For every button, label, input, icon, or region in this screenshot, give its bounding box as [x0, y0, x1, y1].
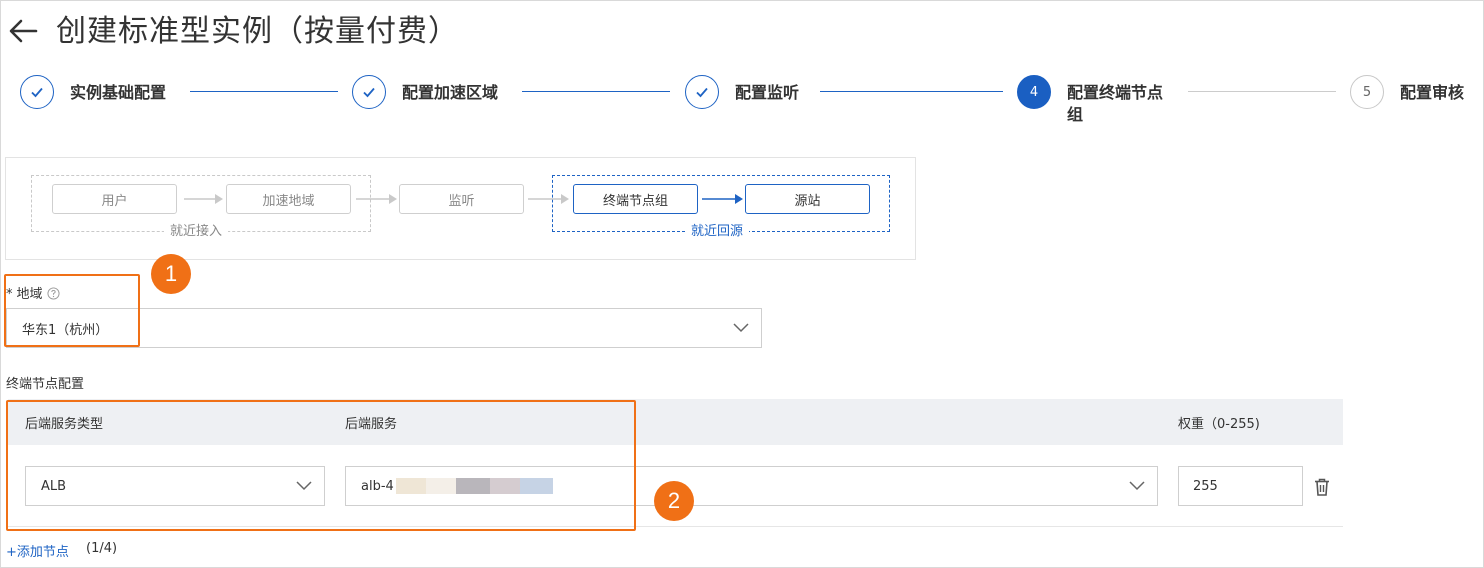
step-3-check-icon — [685, 75, 719, 109]
nearby-access-label: 就近接入 — [164, 224, 229, 240]
nearby-origin-label: 就近回源 — [685, 224, 750, 240]
step-connector-3 — [820, 91, 1003, 92]
step-4-label-line1: 配置终端节点 — [1067, 83, 1164, 102]
step-connector-1 — [190, 91, 338, 92]
chevron-down-icon — [1129, 481, 1145, 491]
step-5-label: 配置审核 — [1400, 83, 1465, 102]
step-4-label-line2: 组 — [1067, 105, 1084, 124]
trash-icon[interactable] — [1313, 477, 1331, 497]
add-node-link[interactable]: +添加节点 — [6, 541, 69, 560]
weight-input[interactable]: 255 — [1178, 466, 1303, 506]
step-2-label: 配置加速区域 — [402, 83, 499, 102]
step-2-check-icon — [352, 75, 386, 109]
arrow-icon — [702, 194, 743, 204]
annotation-badge-2: 2 — [654, 481, 694, 521]
arrow-icon — [356, 194, 397, 204]
annotation-badge-1: 1 — [151, 254, 191, 294]
page-title: 创建标准型实例（按量付费） — [56, 14, 459, 49]
chevron-down-icon — [733, 323, 749, 333]
arrow-icon — [528, 194, 569, 204]
node-endpoint-group: 终端节点组 — [573, 184, 698, 214]
node-count: (1/4) — [86, 541, 118, 556]
endpoint-config-label: 终端节点配置 — [6, 377, 85, 392]
step-3-label: 配置监听 — [735, 83, 800, 102]
column-header-weight: 权重（0-255) — [1178, 417, 1260, 432]
topology-diagram: 就近接入 就近回源 用户 加速地域 监听 终端节点组 源站 — [5, 157, 916, 260]
node-origin: 源站 — [745, 184, 870, 214]
step-connector-2 — [522, 91, 670, 92]
step-1-label: 实例基础配置 — [70, 83, 167, 102]
annotation-box-1 — [4, 274, 140, 347]
back-arrow-icon[interactable] — [6, 14, 40, 48]
node-accel-region: 加速地域 — [226, 184, 351, 214]
annotation-box-2 — [6, 400, 636, 531]
step-4-label: 配置终端节点 组 — [1067, 82, 1163, 126]
step-1-check-icon — [20, 75, 54, 109]
step-5-number: 5 — [1350, 75, 1384, 109]
node-listener: 监听 — [399, 184, 524, 214]
node-user: 用户 — [52, 184, 177, 214]
step-4-number: 4 — [1017, 75, 1051, 109]
step-connector-4 — [1188, 91, 1336, 92]
arrow-icon — [184, 194, 223, 204]
